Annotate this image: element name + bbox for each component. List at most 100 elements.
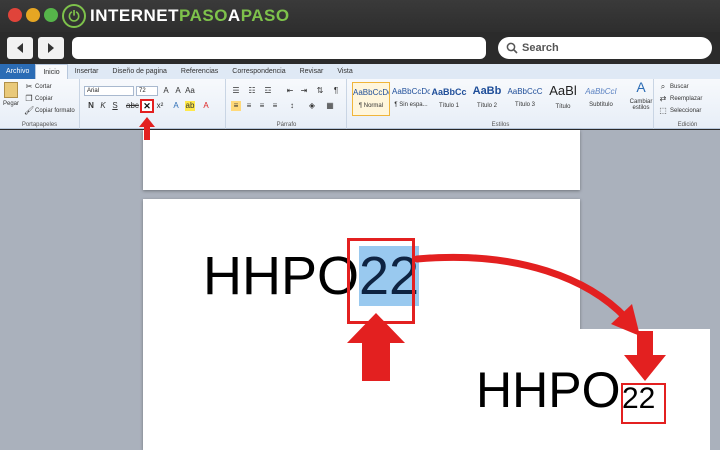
change-styles-button[interactable]: Cambiar estilos — [628, 99, 654, 111]
browser-title-bar: ⏻ INTERNETPASOAPASO — [0, 0, 720, 32]
format-painter-icon[interactable]: 🖌 — [24, 106, 34, 116]
logo-badge-icon: ⏻ — [62, 4, 86, 28]
strikethrough-icon[interactable]: abc — [126, 101, 139, 111]
numbering-icon[interactable]: ☷ — [247, 86, 257, 96]
superscript-icon[interactable]: x² — [155, 101, 165, 111]
replace-button[interactable]: Reemplazar — [670, 96, 702, 102]
decrease-indent-icon[interactable]: ⇤ — [285, 86, 295, 96]
style-no-spacing-label: ¶ Sin espa... — [394, 102, 428, 108]
document-text-base: HHPO — [203, 246, 360, 306]
arrow-left-icon — [17, 43, 23, 53]
copy-icon[interactable]: ❐ — [24, 94, 34, 104]
tab-revisar[interactable]: Revisar — [293, 64, 331, 79]
search-icon — [506, 42, 518, 54]
clipboard-group-label: Portapapeles — [21, 122, 58, 128]
tab-correspondencia[interactable]: Correspondencia — [225, 64, 292, 79]
cut-button[interactable]: Cortar — [35, 84, 52, 90]
browser-toolbar: Search — [0, 32, 720, 64]
style-heading-3-label: Título 3 — [514, 102, 535, 108]
borders-icon[interactable]: ▦ — [325, 101, 335, 111]
clear-formatting-button[interactable]: ✕ — [140, 99, 154, 113]
pilcrow-icon[interactable]: ¶ — [331, 86, 341, 96]
editing-group: ⌕ Buscar ⇄ Reemplazar ⬚ Seleccionar Edic… — [655, 79, 720, 129]
minimize-window-button[interactable] — [26, 8, 40, 22]
style-subtitle-label: Subtítulo — [589, 102, 613, 108]
style-title-label: Título — [555, 104, 571, 110]
style-heading-3[interactable]: AaBbCcC Título 3 — [506, 82, 544, 116]
clipboard-group: Pegar ✂ Cortar ❐ Copiar 🖌 Copiar formato… — [0, 79, 80, 129]
change-case-icon[interactable]: Aa — [185, 86, 195, 96]
style-subtitle[interactable]: AaBbCcI Subtítulo — [582, 82, 620, 116]
align-center-icon[interactable]: ≡ — [244, 101, 254, 111]
select-icon[interactable]: ⬚ — [658, 106, 668, 116]
style-heading-2-preview: AaBb — [472, 85, 502, 97]
underline-icon[interactable]: S — [110, 101, 120, 111]
paragraph-group-label: Párrafo — [276, 122, 297, 128]
select-button[interactable]: Seleccionar — [670, 108, 701, 114]
style-subtitle-preview: AaBbCcI — [585, 87, 617, 96]
style-no-spacing-preview: AaBbCcDc — [392, 87, 430, 96]
change-styles-icon[interactable]: A — [636, 80, 646, 94]
style-normal[interactable]: AaBbCcDc ¶ Normal — [352, 82, 390, 116]
shading-icon[interactable]: ◈ — [307, 101, 317, 111]
shrink-font-icon[interactable]: A — [173, 86, 183, 96]
style-heading-1[interactable]: AaBbCc Título 1 — [430, 82, 468, 116]
style-heading-2[interactable]: AaBb Título 2 — [468, 82, 506, 116]
justify-icon[interactable]: ≡ — [270, 101, 280, 111]
style-title[interactable]: AaBl Título — [544, 82, 582, 116]
text-effects-icon[interactable]: A — [171, 101, 181, 111]
replace-icon[interactable]: ⇄ — [658, 94, 668, 104]
highlight-color-icon[interactable]: ab — [185, 101, 195, 111]
logo-text: INTERNETPASOAPASO — [90, 6, 290, 25]
site-logo: ⏻ INTERNETPASOAPASO — [62, 3, 290, 29]
paste-icon[interactable] — [4, 82, 18, 98]
style-heading-3-preview: AaBbCcC — [507, 87, 543, 96]
result-highlight-box — [621, 383, 666, 424]
maximize-window-button[interactable] — [44, 8, 58, 22]
style-normal-preview: AaBbCcDc — [353, 88, 389, 97]
style-normal-label: ¶ Normal — [358, 103, 384, 109]
tab-insertar[interactable]: Insertar — [68, 64, 106, 79]
selection-highlight-box — [347, 238, 415, 324]
align-left-icon[interactable]: ≡ — [231, 101, 241, 111]
tab-vista[interactable]: Vista — [330, 64, 359, 79]
styles-group: AaBbCcDc ¶ Normal AaBbCcDc ¶ Sin espa...… — [348, 79, 654, 129]
font-color-icon[interactable]: A — [201, 101, 211, 111]
tab-inicio[interactable]: Inicio — [35, 64, 68, 79]
bold-icon[interactable]: N — [86, 101, 96, 111]
tab-archivo[interactable]: Archivo — [0, 64, 36, 79]
find-button[interactable]: Buscar — [670, 84, 689, 90]
tab-diseno[interactable]: Diseño de pagina — [105, 64, 174, 79]
address-bar[interactable] — [72, 37, 486, 59]
search-input[interactable]: Search — [498, 37, 712, 59]
paste-button[interactable]: Pegar — [3, 101, 19, 107]
format-painter-button[interactable]: Copiar formato — [35, 108, 75, 114]
align-right-icon[interactable]: ≡ — [257, 101, 267, 111]
italic-icon[interactable]: K — [98, 101, 108, 111]
tab-referencias[interactable]: Referencias — [174, 64, 225, 79]
editing-group-label: Edición — [677, 122, 698, 128]
arrow-right-icon — [48, 43, 54, 53]
paragraph-group: ☰ ☷ ☲ ⇤ ⇥ ⇅ ¶ ≡ ≡ ≡ ≡ ↕ ◈ ▦ Párrafo — [227, 79, 347, 129]
sort-icon[interactable]: ⇅ — [315, 86, 325, 96]
style-heading-1-label: Título 1 — [438, 103, 459, 109]
grow-font-icon[interactable]: A — [161, 86, 171, 96]
style-title-preview: AaBl — [549, 83, 577, 98]
find-icon[interactable]: ⌕ — [658, 82, 668, 92]
style-heading-2-label: Título 2 — [476, 103, 497, 109]
forward-button[interactable] — [38, 37, 64, 59]
multilevel-list-icon[interactable]: ☲ — [263, 86, 273, 96]
copy-button[interactable]: Copiar — [35, 96, 53, 102]
close-window-button[interactable] — [8, 8, 22, 22]
font-size-select[interactable]: 72 — [136, 86, 158, 96]
back-button[interactable] — [7, 37, 33, 59]
ribbon: Pegar ✂ Cortar ❐ Copiar 🖌 Copiar formato… — [0, 79, 720, 129]
cut-icon[interactable]: ✂ — [24, 82, 34, 92]
style-heading-1-preview: AaBbCc — [431, 87, 467, 97]
bullets-icon[interactable]: ☰ — [231, 86, 241, 96]
styles-group-label: Estilos — [491, 122, 510, 128]
line-spacing-icon[interactable]: ↕ — [287, 101, 297, 111]
font-name-select[interactable]: Arial — [84, 86, 134, 96]
style-no-spacing[interactable]: AaBbCcDc ¶ Sin espa... — [392, 82, 430, 116]
increase-indent-icon[interactable]: ⇥ — [299, 86, 309, 96]
